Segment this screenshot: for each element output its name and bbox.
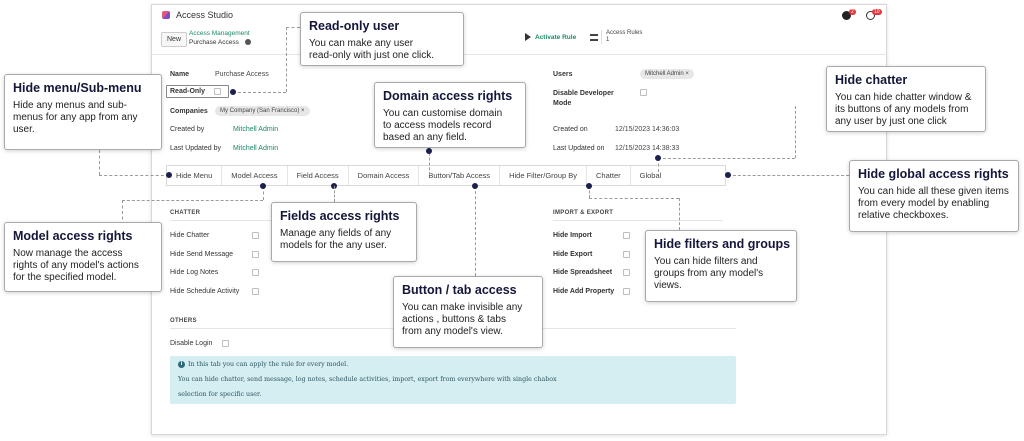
hide-menu-marker [166, 172, 172, 178]
tab-model-access[interactable]: Model Access [222, 166, 288, 185]
disable-login-label: Disable Login [170, 340, 213, 347]
updated-on-value: 12/15/2023 14:38:33 [615, 145, 680, 152]
info-line-1: In this tab you can apply the rule for e… [188, 361, 349, 368]
hide-export-checkbox[interactable] [623, 251, 630, 258]
model-access-marker [260, 183, 266, 189]
breadcrumb-current: Purchase Access [189, 39, 239, 46]
activity-clock-icon[interactable]: 10 [866, 9, 882, 21]
hide-chatter-checkbox[interactable] [252, 232, 259, 239]
created-on-value: 12/15/2023 14:36:03 [615, 126, 680, 133]
hide-schedule-activity-checkbox[interactable] [252, 288, 259, 295]
users-label: Users [553, 71, 573, 78]
readonly-marker [230, 89, 236, 95]
app-logo [162, 11, 170, 19]
activate-rule-label: Activate Rule [535, 33, 577, 41]
breadcrumb-parent[interactable]: Access Management [189, 30, 250, 37]
callout-model-access: Model access rights Now manage the acces… [4, 222, 162, 292]
filter-marker [586, 183, 592, 189]
updated-by-value[interactable]: Mitchell Admin [233, 145, 278, 152]
created-on-label: Created on [553, 126, 588, 133]
name-label: Name [170, 71, 190, 78]
disable-dev-mode-checkbox[interactable] [640, 89, 647, 96]
hide-export-label: Hide Export [553, 251, 593, 258]
companies-label: Companies [170, 108, 208, 115]
activate-rule-button[interactable]: Activate Rule [525, 33, 576, 41]
readonly-label: Read-Only [170, 88, 206, 95]
callout-hide-chatter: Hide chatter You can hide chatter window… [826, 66, 986, 132]
hide-spreadsheet-label: Hide Spreadsheet [553, 269, 613, 276]
readonly-checkbox[interactable] [214, 88, 221, 95]
info-icon: i [178, 361, 185, 368]
created-by-value[interactable]: Mitchell Admin [233, 126, 278, 133]
disable-dev-mode-label: Disable Developer Mode [553, 90, 614, 107]
button-access-marker [472, 183, 478, 189]
companies-tag[interactable]: My Company (San Francisco) × [215, 106, 310, 116]
tab-global[interactable]: Global [631, 166, 671, 185]
access-rules-label: Access Rules [606, 30, 643, 36]
info-line-2: You can hide chatter, send message, log … [178, 376, 557, 383]
access-rules-smart-button[interactable]: Access Rules 1 [590, 30, 642, 44]
callout-button-access: Button / tab access You can make invisib… [393, 276, 543, 348]
hide-add-property-checkbox[interactable] [623, 288, 630, 295]
updated-on-label: Last Updated on [553, 145, 605, 152]
hide-chatter-label: Hide Chatter [170, 232, 210, 239]
chat-badge: 2 [849, 9, 856, 15]
app-title: Access Studio [176, 10, 234, 20]
chatter-marker [655, 155, 661, 161]
list-icon [590, 33, 598, 41]
hide-spreadsheet-checkbox[interactable] [623, 269, 630, 276]
hide-send-message-checkbox[interactable] [252, 251, 259, 258]
global-marker [725, 172, 731, 178]
tab-field-access[interactable]: Field Access [288, 166, 349, 185]
tab-hide-filter-group-by[interactable]: Hide Filter/Group By [500, 166, 588, 185]
callout-hide-filters: Hide filters and groups You can hide fil… [645, 230, 797, 302]
hide-send-message-label: Hide Send Message [170, 251, 234, 258]
users-tag[interactable]: Mitchell Admin × [640, 69, 694, 79]
info-alert: i In this tab you can apply the rule for… [170, 356, 736, 404]
tab-domain-access[interactable]: Domain Access [349, 166, 420, 185]
info-line-3: selection for specific user. [178, 391, 262, 398]
hide-import-checkbox[interactable] [623, 232, 630, 239]
activity-badge: 10 [872, 9, 882, 15]
notebook-tabs: Hide Menu Model Access Field Access Doma… [166, 165, 726, 186]
hide-add-property-label: Hide Add Property [553, 288, 615, 295]
callout-hide-menu: Hide menu/Sub-menu Hide any menus and su… [4, 74, 162, 150]
others-section-title: OTHERS [170, 318, 197, 324]
domain-access-marker [426, 148, 432, 154]
callout-readonly: Read-only user You can make any user rea… [300, 12, 464, 66]
disable-login-checkbox[interactable] [222, 340, 229, 347]
access-rules-count: 1 [606, 37, 610, 43]
settings-gear-icon[interactable] [245, 39, 251, 45]
hide-import-label: Hide Import [553, 232, 592, 239]
import-export-section-title: IMPORT & EXPORT [553, 210, 614, 216]
hide-log-notes-label: Hide Log Notes [170, 269, 219, 276]
chatter-section-title: CHATTER [170, 210, 201, 216]
tab-button-tab-access[interactable]: Button/Tab Access [419, 166, 501, 185]
updated-by-label: Last Updated by [170, 145, 221, 152]
callout-fields-access: Fields access rights Manage any fields o… [271, 202, 417, 262]
tab-hide-menu[interactable]: Hide Menu [167, 166, 223, 185]
callout-domain-access: Domain access rights You can customise d… [374, 82, 526, 148]
callout-hide-global: Hide global access rights You can hide a… [849, 160, 1019, 232]
play-icon [525, 33, 531, 41]
created-by-label: Created by [170, 126, 205, 133]
hide-schedule-activity-label: Hide Schedule Activity [170, 288, 240, 295]
chat-icon[interactable]: 2 [842, 9, 856, 21]
name-value[interactable]: Purchase Access [215, 71, 269, 78]
tab-chatter[interactable]: Chatter [587, 166, 631, 185]
new-button[interactable]: New [161, 32, 188, 47]
hide-log-notes-checkbox[interactable] [252, 269, 259, 276]
